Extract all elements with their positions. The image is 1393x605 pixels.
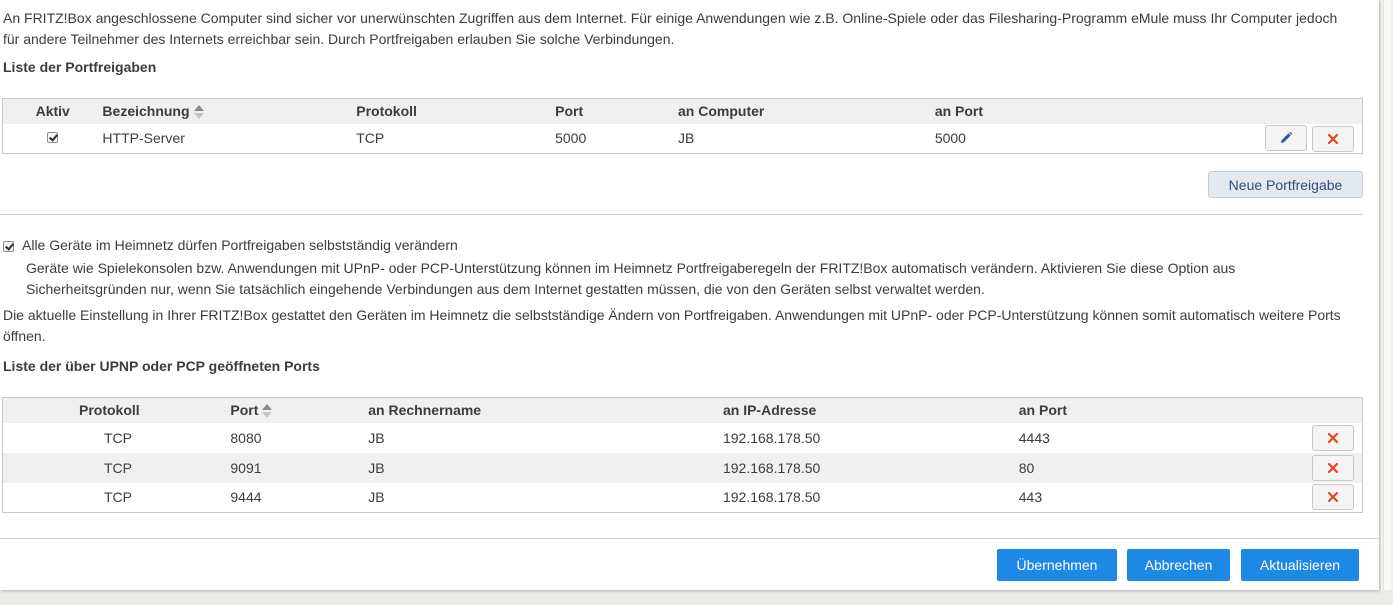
delete-button[interactable] [1312,484,1354,511]
col-an-computer: an Computer [678,98,935,124]
edit-button[interactable] [1265,124,1307,151]
col-an-rechnername: an Rechnername [368,397,723,423]
aktiv-checkbox[interactable] [47,132,59,144]
row-port: 5000 [555,130,587,147]
portfreigaben-table: Aktiv Bezeichnung Protokoll Port an Comp… [2,98,1363,154]
row-actions [1305,423,1362,453]
content-panel: An FRITZ!Box angeschlossene Computer sin… [0,0,1379,590]
table-row: HTTP-Server TCP 5000 JB 5000 [3,124,1363,154]
upnp-option-label[interactable]: Alle Geräte im Heimnetz dürfen Portfreig… [22,235,458,255]
row-an-computer: JB [678,130,695,147]
close-x-icon [1327,133,1339,144]
col-an-ip: an IP-Adresse [722,397,1019,423]
table-row: TCP 9444 JB 192.168.178.50 443 [3,483,1363,513]
row-aktiv-cell [3,124,103,154]
intro-text: An FRITZ!Box angeschlossene Computer sin… [3,10,1338,47]
current-setting-text: Die aktuelle Einstellung in Ihrer FRITZ!… [3,307,1341,344]
col-protokoll: Protokoll [356,98,556,124]
col-port[interactable]: Port [230,397,369,423]
apply-button[interactable]: Übernehmen [997,549,1117,581]
upnp-checkbox[interactable] [3,241,14,252]
row-port: 8080 [230,429,262,446]
pencil-icon [1281,131,1293,143]
sort-arrows-icon[interactable] [262,403,273,419]
upnp-ports-heading: Liste der über UPNP oder PCP geöffneten … [3,358,320,374]
delete-button[interactable] [1312,125,1354,152]
row-actions [1305,483,1362,513]
divider [0,214,1363,215]
close-x-icon [1327,432,1339,443]
row-ip: 192.168.178.50 [722,489,821,506]
table-header-row: Protokoll Port an Rechnername an IP-Adre… [2,397,1363,423]
upnp-option-description: Geräte wie Spielekonsolen bzw. Anwendung… [26,260,1236,297]
row-actions [1305,452,1363,483]
col-port: Port [555,98,679,124]
col-bezeichnung-label: Bezeichnung [102,102,190,119]
col-actions [1305,397,1363,423]
col-bezeichnung[interactable]: Bezeichnung [102,98,357,124]
col-an-port: an Port [1018,397,1306,423]
col-protokoll: Protokoll [2,397,231,423]
row-protokoll: TCP [104,489,132,506]
row-rechner: JB [368,489,385,506]
delete-button[interactable] [1312,424,1354,451]
col-port-label: Port [230,401,259,418]
cancel-button[interactable]: Abbrechen [1127,549,1230,581]
close-x-icon [1327,462,1339,473]
col-an-port: an Port [934,98,1185,124]
row-an-port: 5000 [934,130,966,147]
row-port: 9091 [230,452,369,483]
row-port: 9444 [230,489,262,506]
close-x-icon [1327,492,1339,503]
row-rechner: JB [368,429,385,446]
row-protokoll: TCP [356,130,385,147]
row-ip: 192.168.178.50 [722,452,1019,483]
table-header-row: Aktiv Bezeichnung Protokoll Port an Comp… [2,98,1363,124]
footer-divider [0,538,1379,539]
sort-arrows-icon[interactable] [193,104,204,120]
col-actions [1184,98,1363,124]
refresh-button[interactable]: Aktualisieren [1241,549,1359,581]
portfreigaben-heading: Liste der Portfreigaben [3,59,157,75]
row-rechner: JB [368,452,723,483]
row-actions [1185,124,1363,154]
row-protokoll: TCP [104,429,132,446]
row-ip: 192.168.178.50 [722,429,821,446]
row-protokoll: TCP [2,452,231,483]
col-aktiv: Aktiv [2,98,103,124]
new-portfreigabe-button[interactable]: Neue Portfreigabe [1208,171,1363,198]
scrollbar-thumb[interactable] [1383,0,1391,590]
upnp-ports-table: Protokoll Port an Rechnername an IP-Adre… [2,397,1363,513]
table-row: TCP 8080 JB 192.168.178.50 4443 [3,423,1363,453]
scrollbar[interactable] [1381,0,1393,590]
table-row: TCP 9091 JB 192.168.178.50 80 [2,452,1363,483]
row-an-port: 443 [1018,489,1043,506]
row-an-port: 4443 [1018,429,1050,446]
delete-button[interactable] [1312,454,1354,481]
row-an-port: 80 [1018,452,1306,483]
row-bezeichnung: HTTP-Server [102,130,185,147]
